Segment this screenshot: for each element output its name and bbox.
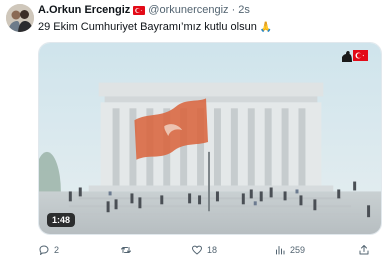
view-count: 259 [290,245,306,255]
avatar-image [6,4,34,32]
retweet-icon [121,247,131,253]
tweet-timestamp[interactable]: 2s [238,3,250,18]
share-button[interactable] [358,243,374,257]
video-thumbnail [39,43,381,234]
reply-count: 2 [54,245,60,255]
turkish-flag-icon [133,6,146,15]
heart-icon [192,245,202,255]
author-handle[interactable]: @orkunercengiz [148,3,228,18]
share-icon [359,245,369,255]
reply-button[interactable]: 2 [38,243,59,257]
turkish-flag-ataturk-silhouette-icon [342,50,368,62]
tweet-text: 29 Ekim Cumhuriyet Bayramı’mız kutlu ols… [38,20,272,35]
video-player[interactable]: 1:48 [38,42,382,235]
like-count: 18 [207,245,218,255]
avatar[interactable] [6,4,34,32]
tweet-text-body: 29 Ekim Cumhuriyet Bayramı’mız kutlu ols… [38,21,257,33]
video-duration: 1:48 [47,213,76,227]
retweet-button[interactable] [120,243,136,257]
author-name[interactable]: A.Orkun Ercengiz [38,3,130,18]
separator-dot: · [231,4,236,16]
tweet-actions: 2 18 259 [38,243,382,257]
reply-icon [39,245,49,255]
views-chart-icon [276,246,285,255]
like-button[interactable]: 18 [191,243,217,257]
tweet-header: A.Orkun Ercengiz @orkunercengiz · 2s [38,3,250,18]
views-button[interactable]: 259 [274,243,305,257]
folded-hands-emoji: 🙏 [259,22,273,33]
